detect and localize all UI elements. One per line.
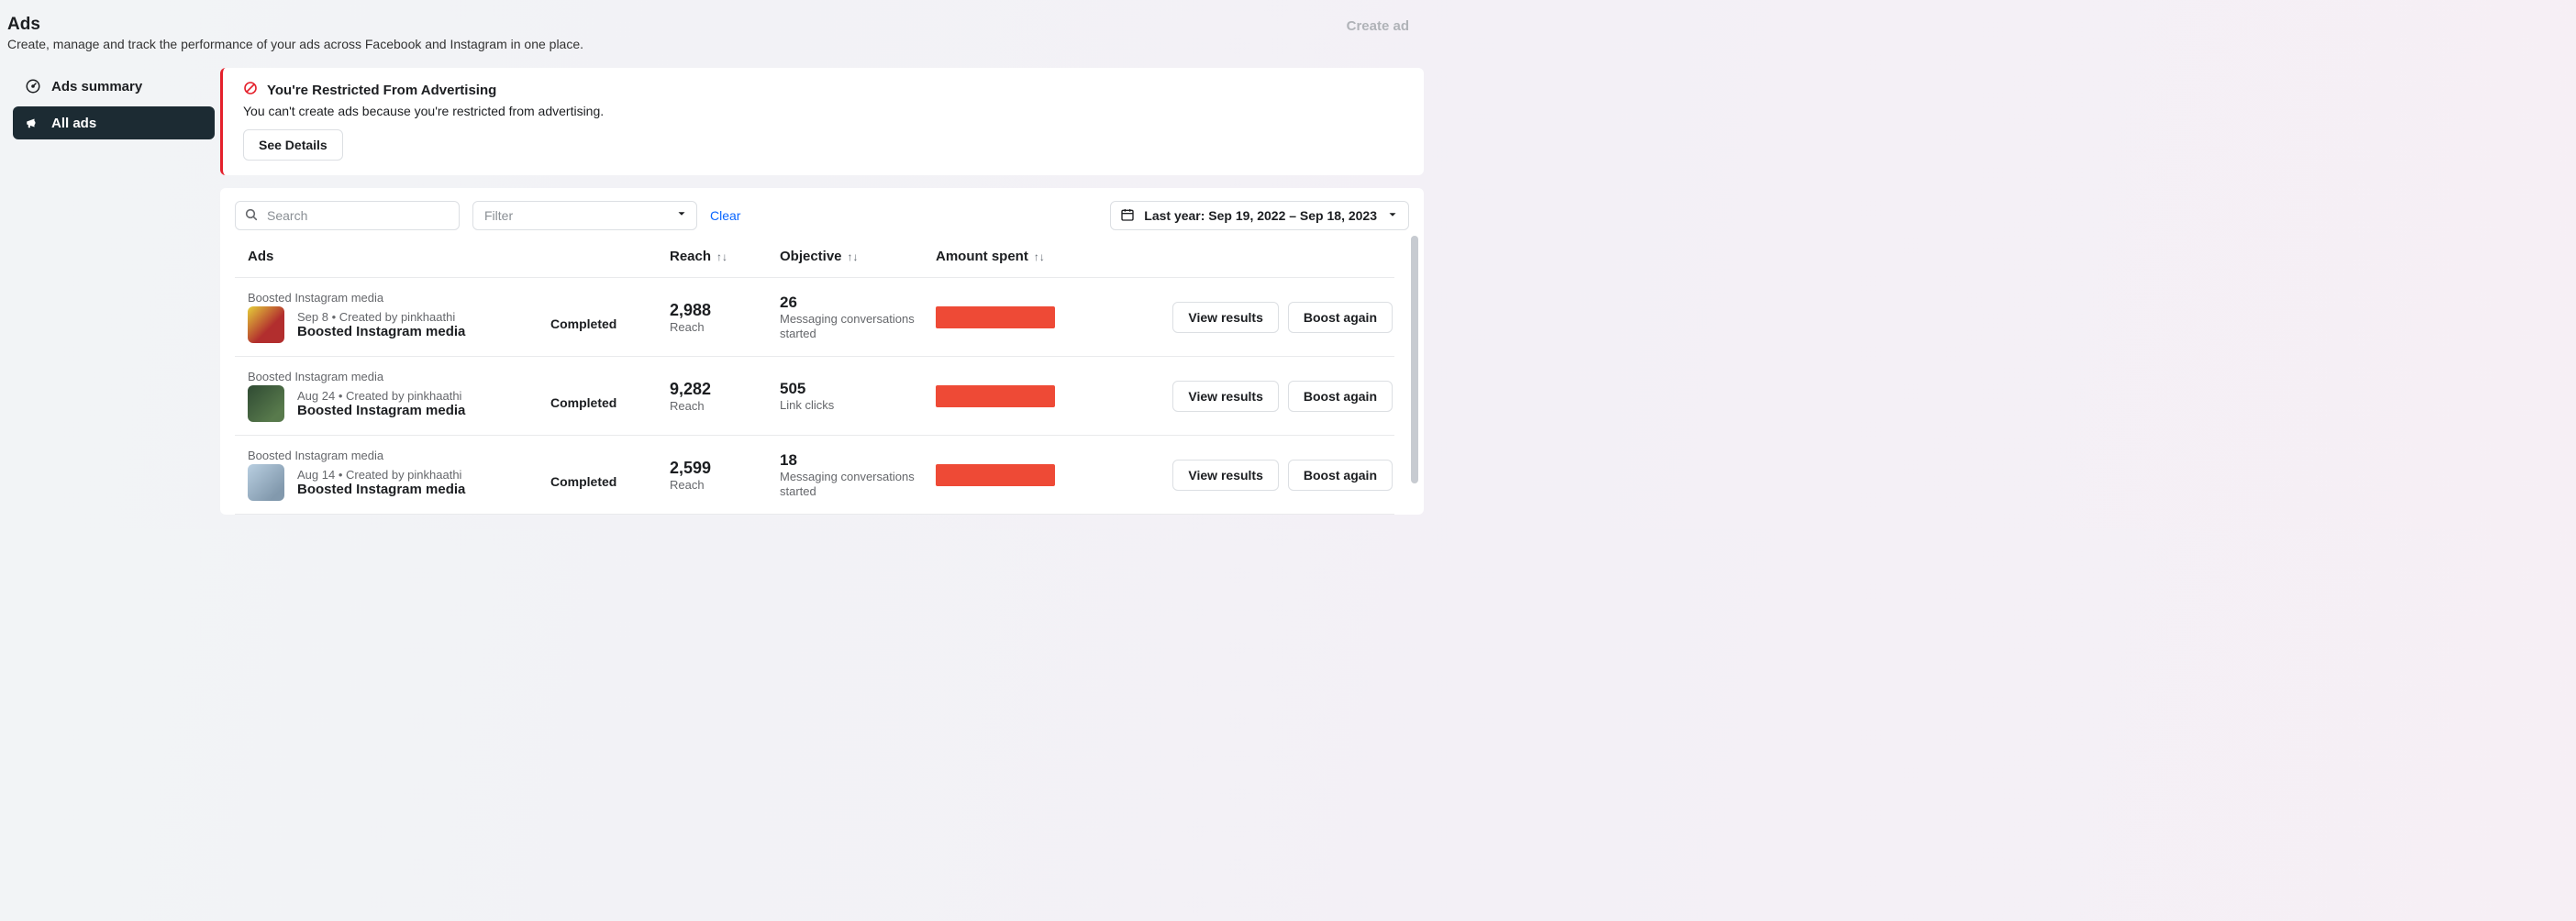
table-row[interactable]: Boosted Instagram media Aug 14 • Created… [235,436,1394,515]
amount-spent-redacted [936,306,1055,328]
col-header-reach[interactable]: Reach ↑↓ [670,249,780,264]
restricted-icon [243,81,258,100]
objective-sublabel: Messaging conversations started [780,470,936,498]
reach-value: 9,282 [670,380,780,399]
ad-group-label: Boosted Instagram media [248,449,670,462]
ad-thumbnail [248,385,284,422]
objective-sublabel: Messaging conversations started [780,312,936,340]
ads-panel: Filter Clear Last year: Sep 19, 2022 – S… [220,188,1424,515]
objective-value: 18 [780,451,936,470]
view-results-button[interactable]: View results [1172,460,1278,491]
status-badge: Completed [550,316,616,331]
view-results-button[interactable]: View results [1172,302,1278,333]
ad-group-label: Boosted Instagram media [248,291,670,305]
clear-link[interactable]: Clear [710,208,740,223]
ad-thumbnail [248,464,284,501]
col-header-objective[interactable]: Objective ↑↓ [780,249,936,264]
ad-title: Boosted Instagram media [297,403,465,418]
col-header-ads[interactable]: Ads [248,249,670,264]
objective-value: 505 [780,380,936,398]
page-title: Ads [7,15,583,35]
gauge-icon [22,78,44,94]
create-ad-button[interactable]: Create ad [1341,15,1415,38]
notice-body: You can't create ads because you're rest… [243,104,1404,118]
sidebar: Ads summary All ads [7,68,220,139]
page-header: Ads Create, manage and track the perform… [7,9,1424,68]
notice-title: You're Restricted From Advertising [267,83,496,98]
megaphone-icon [22,115,44,131]
ad-title: Boosted Instagram media [297,324,465,339]
sidebar-item-label: Ads summary [51,79,142,94]
reach-value: 2,599 [670,459,780,478]
caret-down-icon [1386,208,1399,224]
reach-value: 2,988 [670,301,780,320]
date-range-label: Last year: Sep 19, 2022 – Sep 18, 2023 [1144,208,1377,223]
ad-meta: Aug 24 • Created by pinkhaathi [297,389,465,403]
status-badge: Completed [550,395,616,410]
calendar-icon [1120,207,1135,225]
ad-meta: Aug 14 • Created by pinkhaathi [297,468,465,482]
search-input[interactable] [235,201,460,230]
scrollbar[interactable] [1411,236,1420,515]
sort-icon: ↑↓ [1034,250,1045,263]
ad-meta: Sep 8 • Created by pinkhaathi [297,310,465,324]
page-subtitle: Create, manage and track the performance… [7,37,583,51]
ad-group-label: Boosted Instagram media [248,370,670,383]
ad-thumbnail [248,306,284,343]
scrollbar-thumb[interactable] [1411,236,1418,483]
reach-sublabel: Reach [670,478,780,492]
sort-icon: ↑↓ [848,250,859,263]
reach-sublabel: Reach [670,320,780,334]
sort-icon: ↑↓ [716,250,727,263]
sidebar-item-all-ads[interactable]: All ads [13,106,215,139]
boost-again-button[interactable]: Boost again [1288,302,1393,333]
table-row[interactable]: Boosted Instagram media Sep 8 • Created … [235,278,1394,357]
search-icon [244,207,259,227]
amount-spent-redacted [936,464,1055,486]
toolbar: Filter Clear Last year: Sep 19, 2022 – S… [235,201,1416,230]
table-row[interactable]: Boosted Instagram media Aug 24 • Created… [235,357,1394,436]
amount-spent-redacted [936,385,1055,407]
boost-again-button[interactable]: Boost again [1288,460,1393,491]
sidebar-item-ads-summary[interactable]: Ads summary [13,70,215,103]
sidebar-item-label: All ads [51,116,96,131]
objective-sublabel: Link clicks [780,398,936,413]
restriction-notice: You're Restricted From Advertising You c… [220,68,1424,175]
reach-sublabel: Reach [670,399,780,413]
boost-again-button[interactable]: Boost again [1288,381,1393,412]
filter-dropdown[interactable]: Filter [472,201,697,230]
col-header-amount[interactable]: Amount spent ↑↓ [936,249,1092,264]
date-range-picker[interactable]: Last year: Sep 19, 2022 – Sep 18, 2023 [1110,201,1409,230]
caret-down-icon [675,207,688,225]
view-results-button[interactable]: View results [1172,381,1278,412]
ad-title: Boosted Instagram media [297,482,465,497]
objective-value: 26 [780,294,936,312]
status-badge: Completed [550,474,616,489]
see-details-button[interactable]: See Details [243,129,343,161]
table-header-row: Ads Reach ↑↓ Objective ↑↓ Amount spent ↑… [235,230,1394,278]
